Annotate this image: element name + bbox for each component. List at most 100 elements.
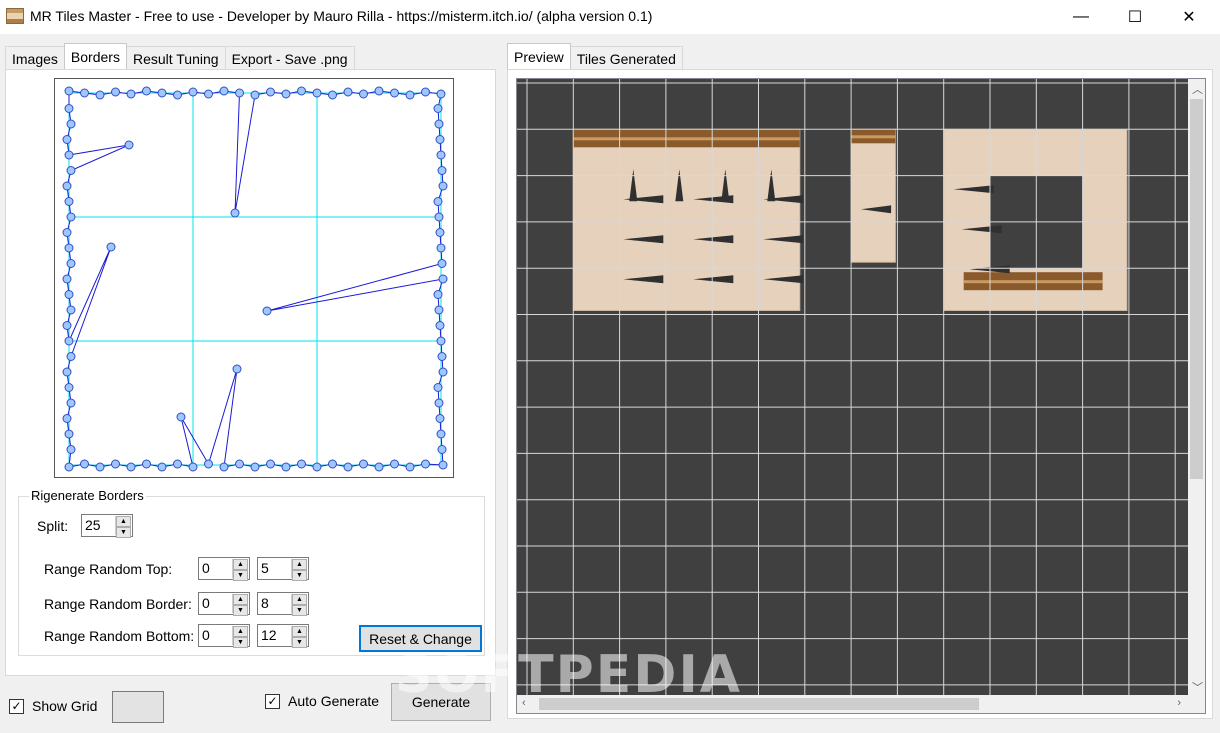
border-node <box>374 86 384 96</box>
range-bottom-max-stepper[interactable]: 12 ▲ ▼ <box>257 624 309 648</box>
border-node <box>266 459 275 469</box>
border-node <box>281 89 291 99</box>
border-editor-canvas[interactable] <box>54 78 454 478</box>
border-node <box>438 460 448 470</box>
border-node <box>235 88 244 98</box>
border-node <box>66 119 76 129</box>
border-node <box>62 181 72 191</box>
border-node <box>433 104 443 113</box>
border-node <box>232 364 242 374</box>
border-node <box>343 87 353 97</box>
scroll-down-icon[interactable]: ﹀ <box>1192 679 1203 695</box>
range-top-min-stepper[interactable]: 0 ▲ ▼ <box>198 557 250 581</box>
horizontal-scrollbar[interactable]: ‹ › <box>517 695 1205 713</box>
border-editor-svg[interactable] <box>55 79 453 477</box>
range-top-max-value: 5 <box>261 560 269 576</box>
range-border-min-stepper[interactable]: 0 ▲ ▼ <box>198 592 250 616</box>
border-node <box>64 86 74 96</box>
group-legend: Rigenerate Borders <box>29 488 146 503</box>
border-node <box>433 197 443 206</box>
border-node <box>434 212 444 222</box>
reset-change-button[interactable]: Reset & Change <box>359 625 482 652</box>
scroll-left-icon[interactable]: ‹ <box>522 697 526 709</box>
up-arrow-icon[interactable]: ▲ <box>116 516 131 527</box>
border-node <box>95 90 105 100</box>
app-icon <box>6 8 24 24</box>
border-node <box>250 462 260 472</box>
left-tabbar: Images Borders Result Tuning Export - Sa… <box>5 43 355 69</box>
range-top-max-stepper[interactable]: 5 ▲ ▼ <box>257 557 309 581</box>
tab-export[interactable]: Export - Save .png <box>224 46 355 69</box>
border-node <box>359 89 368 99</box>
range-bottom-min-stepper[interactable]: 0 ▲ ▼ <box>198 624 250 648</box>
down-arrow-icon[interactable]: ▼ <box>292 570 307 581</box>
generate-button[interactable]: Generate <box>391 683 491 721</box>
preview-panel: ︿ ﹀ ‹ › <box>507 69 1213 719</box>
down-arrow-icon[interactable]: ▼ <box>233 637 248 648</box>
tab-tiles-generated[interactable]: Tiles Generated <box>569 46 683 69</box>
border-node <box>281 462 291 472</box>
border-node <box>437 166 447 175</box>
border-node <box>80 459 89 469</box>
tab-result-tuning[interactable]: Result Tuning <box>125 46 226 69</box>
down-arrow-icon[interactable]: ▼ <box>292 605 307 616</box>
border-node <box>64 429 74 439</box>
tab-preview[interactable]: Preview <box>507 43 571 69</box>
border-node <box>176 412 186 422</box>
border-node <box>436 150 446 160</box>
range-bottom-min-value: 0 <box>202 627 210 643</box>
border-node <box>66 212 76 222</box>
range-border-max-value: 8 <box>261 595 269 611</box>
vertical-scrollbar[interactable]: ︿ ﹀ <box>1188 79 1205 697</box>
border-node <box>405 90 415 100</box>
wood-bar-1-stripe <box>573 137 800 141</box>
tile-patch-1 <box>573 129 800 311</box>
up-arrow-icon[interactable]: ▲ <box>292 594 307 605</box>
horizontal-scroll-thumb[interactable] <box>539 698 979 710</box>
border-node <box>421 87 430 97</box>
range-bottom-max-value: 12 <box>261 627 277 643</box>
up-arrow-icon[interactable]: ▲ <box>233 559 248 570</box>
tab-borders[interactable]: Borders <box>63 43 127 69</box>
down-arrow-icon[interactable]: ▼ <box>233 605 248 616</box>
scroll-up-icon[interactable]: ︿ <box>1192 81 1203 97</box>
border-node <box>230 208 240 218</box>
tab-images[interactable]: Images <box>5 46 65 69</box>
down-arrow-icon[interactable]: ▼ <box>292 637 307 648</box>
border-node <box>312 462 322 472</box>
maximize-button[interactable]: ☐ <box>1112 0 1158 34</box>
range-bottom-label: Range Random Bottom: <box>44 628 195 644</box>
border-node <box>328 90 337 100</box>
scroll-right-icon[interactable]: › <box>1177 697 1181 709</box>
up-arrow-icon[interactable]: ▲ <box>292 626 307 637</box>
down-arrow-icon[interactable]: ▼ <box>116 527 131 538</box>
range-top-label: Range Random Top: <box>44 561 173 577</box>
minimize-button[interactable]: — <box>1058 0 1104 34</box>
border-node <box>126 462 136 472</box>
border-node <box>297 459 306 469</box>
border-node <box>157 88 167 98</box>
border-node <box>434 398 444 408</box>
vertical-scroll-thumb[interactable] <box>1190 99 1203 479</box>
border-node <box>374 462 384 472</box>
wood-bar-3-stripe <box>963 280 1103 284</box>
auto-generate-checkbox[interactable]: ✓ <box>265 694 280 709</box>
border-node <box>142 86 151 96</box>
border-node <box>62 135 72 144</box>
close-button[interactable]: ✕ <box>1166 0 1212 34</box>
range-border-max-stepper[interactable]: 8 ▲ ▼ <box>257 592 309 616</box>
up-arrow-icon[interactable]: ▲ <box>292 559 307 570</box>
grid-color-swatch[interactable] <box>112 691 164 723</box>
border-node <box>262 306 272 316</box>
up-arrow-icon[interactable]: ▲ <box>233 626 248 637</box>
preview-canvas[interactable]: ︿ ﹀ ‹ › <box>516 78 1206 714</box>
border-node <box>64 197 74 206</box>
preview-svg[interactable] <box>517 79 1189 697</box>
show-grid-checkbox[interactable]: ✓ <box>9 699 24 714</box>
down-arrow-icon[interactable]: ▼ <box>233 570 248 581</box>
split-stepper[interactable]: 25 ▲ ▼ <box>81 514 133 538</box>
border-node <box>436 336 446 346</box>
border-node <box>250 90 260 100</box>
border-node <box>266 87 275 97</box>
up-arrow-icon[interactable]: ▲ <box>233 594 248 605</box>
